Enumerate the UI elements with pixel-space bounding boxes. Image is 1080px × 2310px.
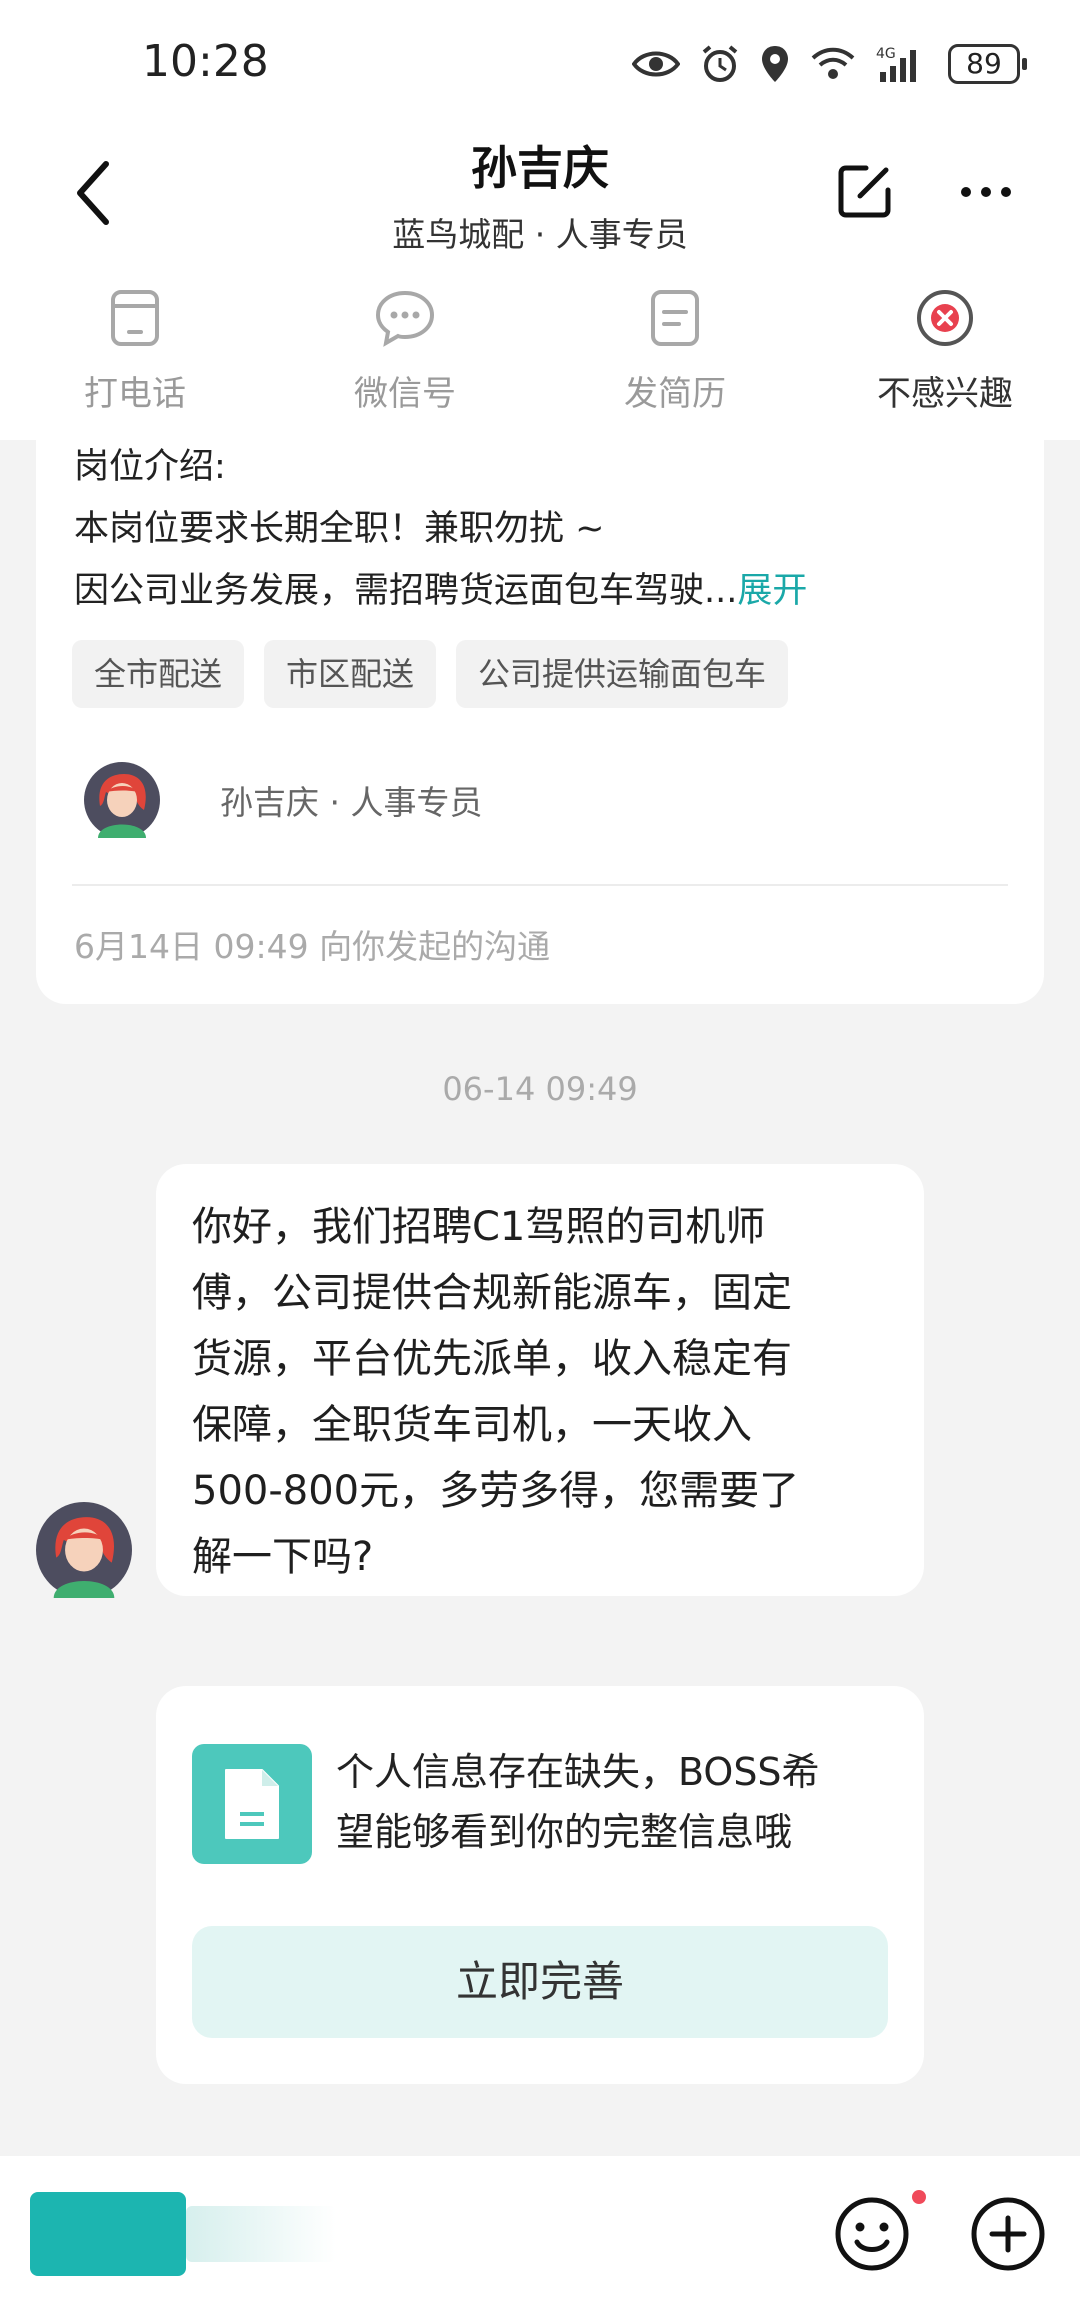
chat-header: 孙吉庆 蓝鸟城配 · 人事专员 [0, 140, 1080, 256]
complete-profile-button[interactable]: 立即完善 [192, 1926, 888, 2038]
profile-missing-text: 个人信息存在缺失，BOSS希 望能够看到你的完整信息哦 [336, 1742, 896, 1862]
document-icon [192, 1744, 312, 1864]
job-intro-heading: 岗位介绍: [74, 447, 226, 487]
card-divider [72, 884, 1008, 886]
message-line: 解一下吗? [192, 1534, 374, 1580]
input-mode-toggle[interactable] [30, 2192, 186, 2276]
contact-name: 孙吉庆 [471, 141, 609, 195]
job-intro-text: 因公司业务发展，需招聘货运面包车驾驶... [74, 571, 738, 611]
quick-actions: 打电话 微信号 发简历 不感兴趣 [0, 286, 1080, 426]
not-interested-icon [917, 290, 973, 346]
job-tags: 全市配送 市区配送 公司提供运输面包车 [72, 640, 789, 708]
job-tag: 市区配送 [264, 640, 437, 708]
profile-text-line: 望能够看到你的完整信息哦 [336, 1810, 793, 1854]
message-bubble[interactable]: 你好，我们招聘C1驾照的司机师 傅，公司提供合规新能源车，固定 货源，平台优先派… [156, 1164, 924, 1596]
job-intro-line-2: 因公司业务发展，需招聘货运面包车驾驶...展开 [74, 562, 807, 613]
send-resume-action[interactable]: 发简历 [565, 286, 785, 415]
contact-company-role: 蓝鸟城配 · 人事专员 [392, 215, 688, 254]
alarm-icon [702, 45, 738, 82]
message-line: 500-800元，多劳多得，您需要了 [192, 1468, 800, 1514]
eye-icon [632, 51, 680, 77]
call-label: 打电话 [84, 374, 186, 414]
not-interested-label: 不感兴趣 [877, 374, 1013, 414]
wechat-action[interactable]: 微信号 [295, 286, 515, 415]
status-icons: 4G 89 [632, 38, 1027, 90]
job-tag: 公司提供运输面包车 [456, 640, 789, 708]
recruiter-row[interactable]: 孙吉庆 · 人事专员 [84, 762, 482, 838]
message-line: 保障，全职货车司机，一天收入 [192, 1402, 752, 1448]
more-options-icon[interactable] [958, 182, 1014, 202]
location-icon [762, 46, 788, 82]
wechat-label: 微信号 [354, 374, 456, 414]
chat-input-bar [0, 2156, 1080, 2310]
job-intro-line-1: 本岗位要求长期全职！兼职勿扰 ~ [74, 509, 605, 549]
plus-icon[interactable] [968, 2194, 1048, 2274]
sender-avatar [36, 1502, 132, 1598]
message-line: 傅，公司提供合规新能源车，固定 [192, 1270, 792, 1316]
status-time: 10:28 [142, 36, 269, 87]
top-panel: 10:28 4G 89 孙吉庆 蓝鸟城配 · 人事专员 打电话 微信号 发简历 … [0, 0, 1080, 440]
job-info-card: 岗位介绍: 本岗位要求长期全职！兼职勿扰 ~ 因公司业务发展，需招聘货运面包车驾… [36, 420, 1044, 1004]
recruiter-avatar [84, 762, 160, 838]
profile-completion-card: 个人信息存在缺失，BOSS希 望能够看到你的完整信息哦 立即完善 [156, 1686, 924, 2084]
edit-note-icon[interactable] [836, 162, 894, 220]
recruiter-name: 孙吉庆 · 人事专员 [220, 783, 483, 822]
not-interested-action[interactable]: 不感兴趣 [835, 286, 1055, 415]
notification-dot [912, 2190, 926, 2204]
resume-icon [651, 290, 699, 346]
emoji-icon[interactable] [832, 2194, 912, 2274]
battery-indicator: 89 [948, 44, 1027, 84]
message-input[interactable] [186, 2206, 336, 2262]
signal-4g-icon: 4G [876, 46, 916, 82]
message-timestamp: 06-14 09:49 [442, 1070, 638, 1108]
chat-initiated-note: 6月14日 09:49 向你发起的沟通 [74, 927, 551, 966]
wechat-icon [375, 290, 435, 347]
message-line: 货源，平台优先派单，收入稳定有 [192, 1336, 792, 1382]
profile-text-line: 个人信息存在缺失，BOSS希 [336, 1750, 820, 1794]
message-line: 你好，我们招聘C1驾照的司机师 [192, 1204, 766, 1250]
call-action[interactable]: 打电话 [25, 286, 245, 415]
wifi-icon [811, 47, 855, 79]
send-resume-label: 发简历 [624, 374, 726, 414]
svg-text:4G: 4G [876, 46, 896, 62]
phone-icon [111, 290, 159, 346]
expand-link[interactable]: 展开 [737, 571, 807, 611]
sender-avatar-wrap[interactable] [36, 1502, 132, 1602]
job-tag: 全市配送 [72, 640, 245, 708]
